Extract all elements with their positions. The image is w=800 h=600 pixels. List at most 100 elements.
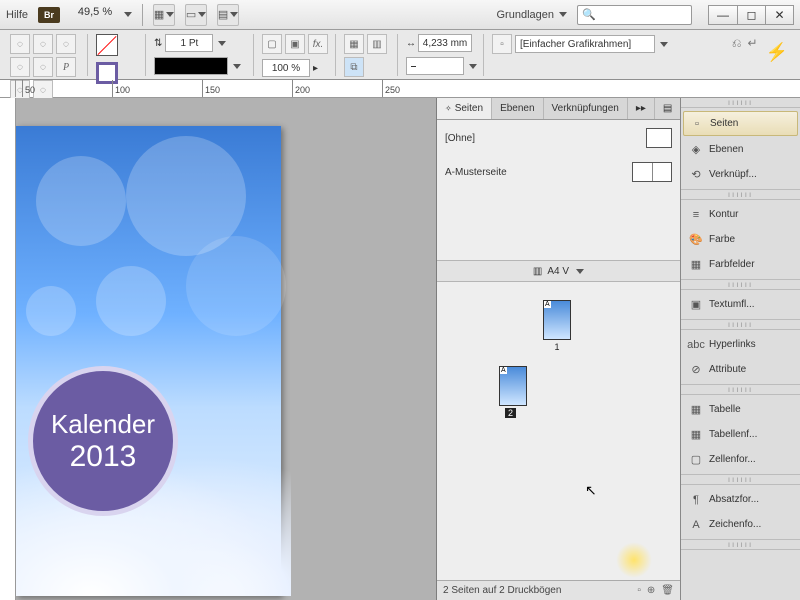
panel-menu-icon[interactable]: ▤ xyxy=(655,98,681,119)
para-styles-icon: ¶ xyxy=(689,493,703,507)
collapse-icon[interactable]: ▸▸ xyxy=(628,98,655,119)
fill-swatch[interactable] xyxy=(96,34,118,56)
master-pages-list[interactable]: [Ohne] A-Musterseite xyxy=(437,120,680,260)
page-size-dropdown[interactable]: ▥ A4 V xyxy=(437,260,680,282)
search-input[interactable]: 🔍 xyxy=(577,5,692,25)
zoom-level[interactable]: 49,5 % xyxy=(70,6,132,24)
quick-apply-icon[interactable]: ⚡ xyxy=(766,34,794,63)
selection-icon[interactable]: ◌ xyxy=(33,57,53,77)
help-menu[interactable]: Hilfe xyxy=(6,9,28,21)
table-styles-icon: ▦ xyxy=(689,428,703,442)
color-icon: 🎨 xyxy=(689,233,703,247)
master-none-thumb[interactable] xyxy=(646,128,672,148)
selection-icon[interactable]: ◌ xyxy=(10,34,30,54)
screen-mode-button[interactable]: ▭ xyxy=(185,4,207,26)
dock-attributes[interactable]: ⊘Attribute xyxy=(681,357,800,382)
document-canvas[interactable]: Kalender 2013 xyxy=(16,98,436,600)
stroke-weight-field[interactable]: 1 Pt xyxy=(165,34,213,52)
reference-dim-field[interactable]: 4,233 mm xyxy=(418,34,472,52)
zoom-value: 49,5 % xyxy=(70,6,120,24)
dock-character-styles[interactable]: AZeichenfo... xyxy=(681,512,800,537)
attributes-icon: ⊘ xyxy=(689,363,703,377)
link-icon[interactable]: ⧉ xyxy=(344,57,364,77)
dock-swatches[interactable]: ▦Farbfelder xyxy=(681,252,800,277)
dock-text-wrap[interactable]: ▣Textumfl... xyxy=(681,292,800,317)
dock-layers[interactable]: ◈Ebenen xyxy=(681,137,800,162)
master-none[interactable]: [Ohne] xyxy=(445,133,475,144)
trash-icon[interactable]: 🗑 xyxy=(661,585,674,596)
page-size-icon: ▥ xyxy=(533,266,542,277)
corner-options-dropdown[interactable]: ⎯ xyxy=(406,57,464,75)
page-1[interactable]: Kalender 2013 xyxy=(16,126,281,596)
tab-layers[interactable]: Ebenen xyxy=(492,98,543,119)
master-a-thumb[interactable] xyxy=(632,162,672,182)
page-number-2: 2 xyxy=(505,408,516,418)
dock-cell-styles[interactable]: ▢Zellenfor... xyxy=(681,447,800,472)
pages-panel-status: 2 Seiten auf 2 Druckbögen ▫ ⊕ 🗑 xyxy=(437,580,680,600)
minimize-button[interactable]: — xyxy=(709,6,737,24)
dock-table[interactable]: ▦Tabelle xyxy=(681,397,800,422)
vertical-ruler xyxy=(0,98,16,600)
dock-grip[interactable]: ıııııı xyxy=(681,98,800,108)
right-dock: ıııııı ▫Seiten ◈Ebenen ⟲Verknüpf... ıııı… xyxy=(680,98,800,600)
fx-button[interactable]: fx. xyxy=(308,34,328,54)
cursor-icon: ↖ xyxy=(585,482,597,499)
new-page-icon[interactable]: ⊕ xyxy=(647,585,655,596)
fit-frame-button[interactable]: ▥ xyxy=(367,34,387,54)
separator xyxy=(142,4,143,26)
close-button[interactable]: ✕ xyxy=(765,6,793,24)
horizontal-ruler: 50 100 150 200 250 xyxy=(0,80,800,98)
dock-hyperlinks[interactable]: abcHyperlinks xyxy=(681,332,800,357)
dock-color[interactable]: 🎨Farbe xyxy=(681,227,800,252)
tab-pages[interactable]: ✧Seiten xyxy=(437,98,492,119)
maximize-button[interactable]: ◻ xyxy=(737,6,765,24)
title-badge[interactable]: Kalender 2013 xyxy=(28,366,178,516)
dock-grip[interactable]: ıııııı xyxy=(681,385,800,395)
window-controls: — ◻ ✕ xyxy=(708,5,794,25)
layers-icon: ◈ xyxy=(689,143,703,157)
ruler-tick: 200 xyxy=(292,80,310,97)
badge-year: 2013 xyxy=(70,440,137,474)
dock-links[interactable]: ⟲Verknüpf... xyxy=(681,162,800,187)
selection-icon[interactable]: ◌ xyxy=(10,57,30,77)
links-icon: ⟲ xyxy=(689,168,703,182)
opacity-field[interactable]: 100 % xyxy=(262,59,310,77)
master-a[interactable]: A-Musterseite xyxy=(445,167,507,178)
dock-grip[interactable]: ıııııı xyxy=(681,190,800,200)
dock-table-styles[interactable]: ▦Tabellenf... xyxy=(681,422,800,447)
tab-links[interactable]: Verknüpfungen xyxy=(544,98,628,119)
dock-grip[interactable]: ıııııı xyxy=(681,540,800,550)
textwrap-icon: ▣ xyxy=(689,298,703,312)
dock-grip[interactable]: ıııııı xyxy=(681,280,800,290)
dock-grip[interactable]: ıııııı xyxy=(681,320,800,330)
redefine-style-icon[interactable]: ↵ xyxy=(748,36,758,54)
ruler-tick: 150 xyxy=(202,80,220,97)
effects-button[interactable]: ▢ xyxy=(262,34,282,54)
workspace-switcher[interactable]: Grundlagen xyxy=(497,9,568,21)
clear-overrides-icon[interactable]: ⎌ xyxy=(732,36,742,54)
view-options-button[interactable]: ▦ xyxy=(153,4,175,26)
page-thumb-2[interactable]: A xyxy=(499,366,527,406)
dock-grip[interactable]: ıııııı xyxy=(681,475,800,485)
stroke-style-dropdown[interactable] xyxy=(154,57,228,75)
highlight-dot xyxy=(616,542,652,578)
selection-icon[interactable]: ◌ xyxy=(33,34,53,54)
swatches-icon: ▦ xyxy=(689,258,703,272)
arrange-button[interactable]: ▤ xyxy=(217,4,239,26)
dock-stroke[interactable]: ≡Kontur xyxy=(681,202,800,227)
ruler-tick: 100 xyxy=(112,80,130,97)
menu-bar: Hilfe Br 49,5 % ▦ ▭ ▤ Grundlagen 🔍 — ◻ ✕ xyxy=(0,0,800,30)
bridge-button[interactable]: Br xyxy=(38,7,60,23)
selection-icon[interactable]: ◌ xyxy=(56,34,76,54)
dock-paragraph-styles[interactable]: ¶Absatzfor... xyxy=(681,487,800,512)
dock-pages[interactable]: ▫Seiten xyxy=(683,111,798,136)
hyperlink-icon: abc xyxy=(689,338,703,352)
fit-content-button[interactable]: ▦ xyxy=(344,34,364,54)
page-thumbnails[interactable]: A 1 A 2 ↖ xyxy=(437,282,680,580)
page-number-1: 1 xyxy=(543,342,571,352)
edit-page-icon[interactable]: ▫ xyxy=(637,585,641,596)
page-thumb-1[interactable]: A xyxy=(543,300,571,340)
object-style-dropdown[interactable]: [Einfacher Grafikrahmen] xyxy=(515,35,655,53)
drop-shadow-button[interactable]: ▣ xyxy=(285,34,305,54)
type-icon[interactable]: P xyxy=(56,57,76,77)
